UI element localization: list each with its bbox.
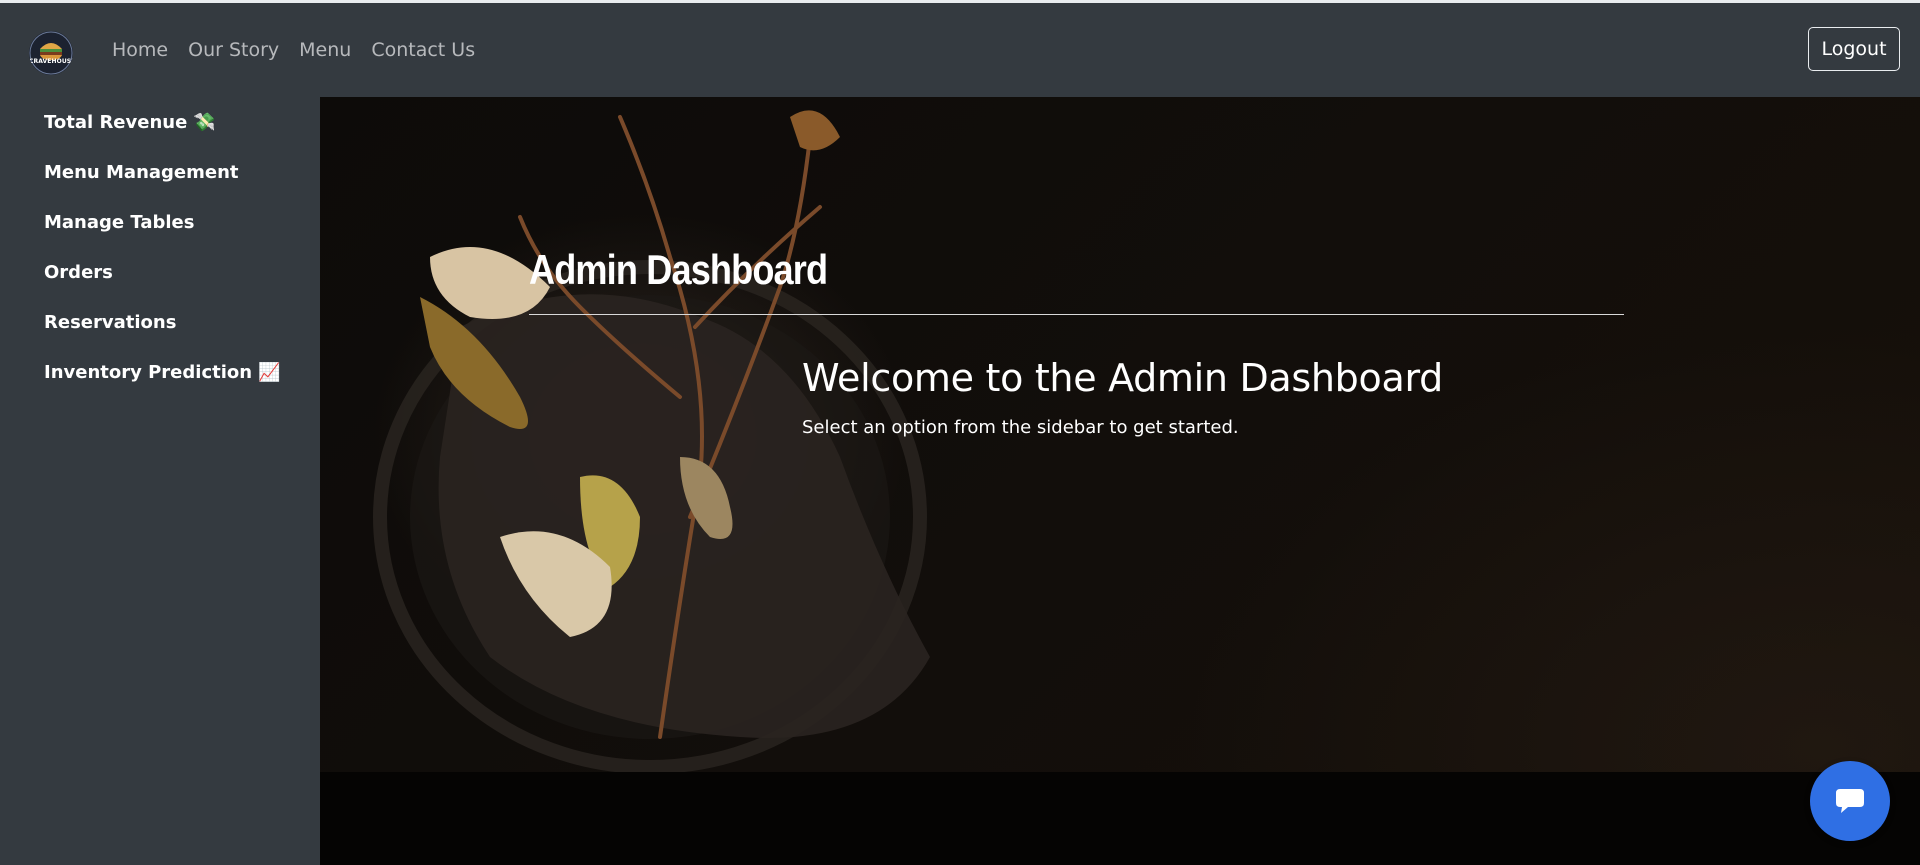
welcome-text: Select an option from the sidebar to get…: [802, 417, 1239, 438]
nav-menu-link[interactable]: Menu: [299, 39, 351, 61]
sidebar-item-orders[interactable]: Orders: [44, 262, 113, 283]
page-title: Admin Dashboard: [529, 246, 828, 293]
chat-button[interactable]: [1810, 761, 1890, 841]
welcome-heading: Welcome to the Admin Dashboard: [802, 356, 1443, 400]
title-divider: [529, 314, 1624, 315]
burger-logo-icon: [29, 31, 73, 75]
sidebar-item-reservations[interactable]: Reservations: [44, 312, 176, 333]
sidebar-item-inventory-prediction[interactable]: Inventory Prediction 📈: [44, 362, 281, 383]
sidebar-item-label: Total Revenue: [44, 112, 188, 133]
sidebar-item-manage-tables[interactable]: Manage Tables: [44, 212, 194, 233]
chat-bubble-icon: [1836, 789, 1864, 813]
navbar: CRAVEHOUSE Home Our Story Menu Contact U…: [0, 3, 1920, 97]
nav-home-link[interactable]: Home: [112, 39, 168, 61]
footer-band: [320, 772, 1920, 865]
chart-increasing-icon: 📈: [258, 362, 281, 383]
hero-background-image: [373, 110, 930, 774]
sidebar-item-menu-management[interactable]: Menu Management: [44, 162, 239, 183]
brand-logo[interactable]: CRAVEHOUSE: [29, 31, 73, 75]
page: CRAVEHOUSE Home Our Story Menu Contact U…: [0, 0, 1920, 865]
nav-contact-link[interactable]: Contact Us: [371, 39, 475, 61]
sidebar-item-total-revenue[interactable]: Total Revenue 💸: [44, 112, 216, 133]
brand-name: CRAVEHOUSE: [29, 58, 73, 65]
main-content: Admin Dashboard Welcome to the Admin Das…: [320, 97, 1920, 865]
logout-button[interactable]: Logout: [1808, 27, 1900, 71]
money-wings-icon: 💸: [193, 112, 216, 133]
nav-links: Home Our Story Menu Contact Us: [112, 39, 495, 61]
sidebar: Total Revenue 💸 Menu Management Manage T…: [0, 97, 320, 865]
sidebar-item-label: Manage Tables: [44, 212, 195, 233]
sidebar-item-label: Menu Management: [44, 162, 239, 183]
nav-our-story-link[interactable]: Our Story: [188, 39, 279, 61]
sidebar-item-label: Inventory Prediction: [44, 362, 253, 383]
sidebar-item-label: Reservations: [44, 312, 177, 333]
sidebar-item-label: Orders: [44, 262, 113, 283]
